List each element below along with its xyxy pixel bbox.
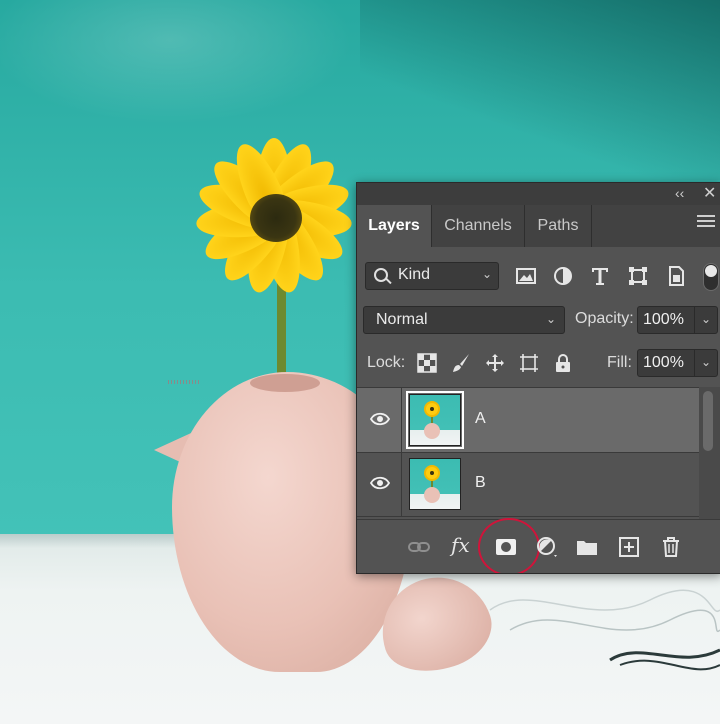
layer-thumbnail (406, 391, 464, 449)
layer-name[interactable]: B (475, 474, 486, 492)
lock-transparent-pixels-icon[interactable] (417, 353, 437, 373)
flower-center (250, 194, 302, 242)
opacity-value: 100% (643, 311, 684, 328)
lock-all-icon[interactable] (553, 353, 573, 373)
close-icon[interactable]: ✕ (703, 183, 716, 203)
fill-dropdown[interactable]: ⌄ (694, 349, 718, 377)
filter-kind-select[interactable]: Kind ⌄ (365, 262, 499, 290)
bird-vase-opening (250, 374, 320, 392)
resize-grip[interactable] (168, 380, 200, 384)
chevron-down-icon: ⌄ (701, 312, 712, 326)
layer-row-a[interactable]: A (357, 388, 699, 453)
opacity-label: Opacity: (575, 310, 634, 327)
filter-kind-label: Kind (398, 266, 431, 283)
fill-input[interactable]: 100% (637, 349, 695, 377)
visibility-eye-icon[interactable] (370, 476, 390, 490)
image-filter-icon[interactable] (515, 265, 537, 287)
highlight-circle (478, 518, 540, 573)
fx-icon[interactable]: fx (451, 533, 470, 557)
link-layers-icon[interactable] (407, 535, 431, 559)
lock-position-icon[interactable] (485, 353, 505, 373)
lock-artboard-icon[interactable] (519, 353, 539, 373)
layer-name[interactable]: A (475, 410, 486, 428)
lock-image-pixels-icon[interactable] (451, 353, 471, 373)
scrollbar-thumb[interactable] (703, 391, 713, 451)
panel-tabs: Layers Channels Paths (357, 205, 720, 247)
layer-row-b[interactable]: B (357, 452, 699, 517)
smart-object-filter-icon[interactable] (665, 265, 687, 287)
new-layer-icon[interactable] (617, 535, 641, 559)
layers-panel: ‹‹ ✕ Layers Channels Paths Kind ⌄ Normal… (356, 182, 720, 574)
layer-thumbnail (409, 458, 461, 510)
layers-list: A B (357, 387, 699, 520)
wall-shadow (360, 0, 720, 180)
chevron-down-icon: ⌄ (481, 267, 492, 281)
lock-label: Lock: (367, 354, 406, 371)
adjustment-filter-icon[interactable] (552, 265, 574, 287)
fill-label: Fill: (607, 354, 632, 371)
panel-menu-icon[interactable] (697, 215, 715, 229)
new-group-icon[interactable] (575, 535, 599, 559)
opacity-dropdown[interactable]: ⌄ (694, 306, 718, 334)
visibility-eye-icon[interactable] (370, 412, 390, 426)
blend-mode-select[interactable]: Normal ⌄ (363, 306, 565, 334)
panel-footer: fx (357, 518, 720, 573)
type-filter-icon[interactable] (589, 265, 611, 287)
tab-paths[interactable]: Paths (525, 205, 591, 247)
panel-titlebar: ‹‹ ✕ (357, 183, 720, 205)
shape-filter-icon[interactable] (627, 265, 649, 287)
fill-value: 100% (643, 354, 684, 371)
collapse-icon[interactable]: ‹‹ (675, 185, 684, 201)
adjustment-layer-icon[interactable] (535, 535, 559, 559)
opacity-input[interactable]: 100% (637, 306, 695, 334)
fairy-lights (489, 589, 720, 671)
chevron-down-icon: ⌄ (701, 355, 712, 369)
tab-channels[interactable]: Channels (432, 205, 524, 247)
delete-icon[interactable] (659, 535, 683, 559)
blend-mode-value: Normal (376, 311, 428, 328)
filter-toggle[interactable] (703, 263, 719, 291)
chevron-down-icon: ⌄ (545, 312, 556, 326)
tab-layers[interactable]: Layers (357, 205, 431, 247)
search-icon (374, 268, 388, 282)
